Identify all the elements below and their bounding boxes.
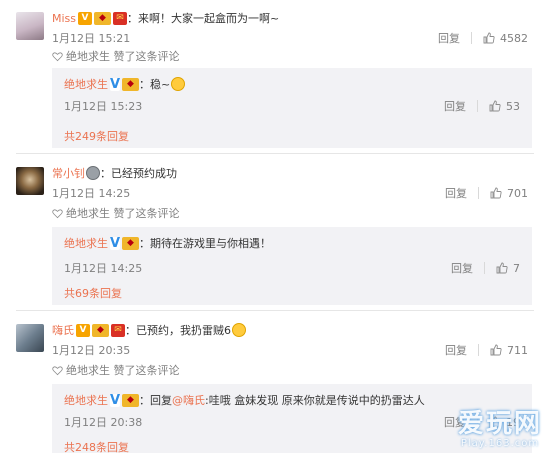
more-replies-link[interactable]: 共249条回复 xyxy=(64,128,129,144)
comment-time: 1月12日 15:21 xyxy=(52,32,131,45)
heart-icon xyxy=(52,365,63,375)
vip-badge-icon[interactable]: ◆ xyxy=(122,236,139,250)
vip-badge-icon[interactable]: ◆ xyxy=(122,393,139,407)
liked-by-text: 绝地求生 赞了这条评论 xyxy=(66,364,180,377)
thumbs-up-icon[interactable] xyxy=(490,344,502,356)
author-liked-note: 绝地求生 赞了这条评论 xyxy=(52,362,180,378)
comment-username[interactable]: Miss xyxy=(52,12,76,25)
thumbs-up-icon[interactable] xyxy=(496,262,508,274)
comment-text: ：来啊！大家一起盒而为一啊~ xyxy=(127,12,280,25)
reply-thread: 绝地求生 V ◆ ：期待在游戏里与你相遇！ 1月12日 14:25 回复 7 共… xyxy=(52,227,532,305)
avatar[interactable] xyxy=(16,167,44,195)
author-liked-note: 绝地求生 赞了这条评论 xyxy=(52,48,180,64)
heart-icon xyxy=(52,208,63,218)
heart-icon xyxy=(52,51,63,61)
comment-divider xyxy=(16,153,534,154)
member-badge-icon[interactable]: V xyxy=(78,11,93,25)
watermark-logo: 爱玩网 xyxy=(457,409,542,439)
comment-actions: 回复 4582 xyxy=(438,30,528,46)
comment-divider xyxy=(16,310,534,311)
like-count[interactable]: 53 xyxy=(506,100,520,113)
like-count[interactable]: 7 xyxy=(513,262,520,275)
reply-username[interactable]: 绝地求生 xyxy=(64,76,108,92)
reply-username[interactable]: 绝地求生 xyxy=(64,392,108,408)
watermark-url: Play.163.com xyxy=(460,438,540,449)
avatar[interactable] xyxy=(16,324,44,352)
mention-link[interactable]: @嗨氏 xyxy=(172,392,205,408)
vip-badge-icon[interactable]: ◆ xyxy=(92,323,109,337)
author-liked-note: 绝地求生 赞了这条评论 xyxy=(52,205,180,221)
reply-text: ：稳~ xyxy=(139,78,171,91)
comment-actions: 回复 711 xyxy=(445,342,528,358)
comment-item: Miss V ◆ ✉ ：来啊！大家一起盒而为一啊~ 1月12日 15:21 回复… xyxy=(0,0,550,150)
member-badge-icon[interactable]: V xyxy=(76,323,90,337)
divider xyxy=(477,100,478,112)
divider xyxy=(478,187,479,199)
reply-time: 1月12日 20:38 xyxy=(64,416,143,429)
reply-text: ：期待在游戏里与你相遇！ xyxy=(139,237,271,250)
divider xyxy=(471,32,472,44)
like-count[interactable]: 711 xyxy=(507,344,528,357)
reply-button[interactable]: 回复 xyxy=(444,98,466,114)
verified-icon[interactable]: V xyxy=(110,236,120,250)
thumbs-up-icon[interactable] xyxy=(489,100,501,112)
comment-text: ：已经预约成功 xyxy=(100,167,177,180)
reply-button[interactable]: 回复 xyxy=(438,30,460,46)
red-envelope-badge-icon[interactable]: ✉ xyxy=(113,11,128,25)
verified-icon[interactable]: V xyxy=(110,393,120,407)
thumbs-up-icon[interactable] xyxy=(490,187,502,199)
comment-text: ：已预约，我扔雷贼6 xyxy=(125,324,231,337)
reply-time: 1月12日 15:23 xyxy=(64,100,143,113)
dog-face-emoji-icon xyxy=(86,166,100,180)
comment-time: 1月12日 14:25 xyxy=(52,187,131,200)
red-envelope-badge-icon[interactable]: ✉ xyxy=(111,323,125,337)
reply-thread: 绝地求生 V ◆ ：稳~ 1月12日 15:23 回复 53 共249条回复 xyxy=(52,68,532,148)
reply-button[interactable]: 回复 xyxy=(451,260,473,276)
divider xyxy=(478,344,479,356)
avatar[interactable] xyxy=(16,12,44,40)
site-watermark: 爱玩网 Play.163.com xyxy=(458,403,542,449)
vip-badge-icon[interactable]: ◆ xyxy=(94,11,112,25)
reply-prefix: ：回复 xyxy=(139,394,172,407)
comment-actions: 回复 701 xyxy=(445,185,528,201)
reply-button[interactable]: 回复 xyxy=(445,185,467,201)
comment-username[interactable]: 常小钊 xyxy=(52,165,85,181)
reply-actions: 回复 53 xyxy=(444,98,520,114)
wink-emoji-icon xyxy=(171,77,186,91)
more-replies-link[interactable]: 共69条回复 xyxy=(64,285,122,301)
verified-icon[interactable]: V xyxy=(110,77,120,91)
comment-time: 1月12日 20:35 xyxy=(52,344,131,357)
vip-badge-icon[interactable]: ◆ xyxy=(122,77,139,91)
liked-by-text: 绝地求生 赞了这条评论 xyxy=(66,207,180,220)
comment-username[interactable]: 嗨氏 xyxy=(52,322,74,338)
reply-button[interactable]: 回复 xyxy=(445,342,467,358)
liked-by-text: 绝地求生 赞了这条评论 xyxy=(66,50,180,63)
thumbs-up-icon[interactable] xyxy=(483,32,495,44)
reply-time: 1月12日 14:25 xyxy=(64,262,143,275)
like-count[interactable]: 701 xyxy=(507,187,528,200)
reply-actions: 回复 7 xyxy=(451,260,520,276)
laughing-emoji-icon xyxy=(232,323,246,337)
reply-text: :哇哦 盒妹发现 原来你就是传说中的扔雷达人 xyxy=(205,394,425,407)
comment-item: 常小钊 ：已经预约成功 1月12日 14:25 回复 701 绝地求生 赞了这条… xyxy=(0,155,550,305)
reply-username[interactable]: 绝地求生 xyxy=(64,235,108,251)
like-count[interactable]: 4582 xyxy=(500,32,528,45)
divider xyxy=(484,262,485,274)
more-replies-link[interactable]: 共248条回复 xyxy=(64,439,129,453)
